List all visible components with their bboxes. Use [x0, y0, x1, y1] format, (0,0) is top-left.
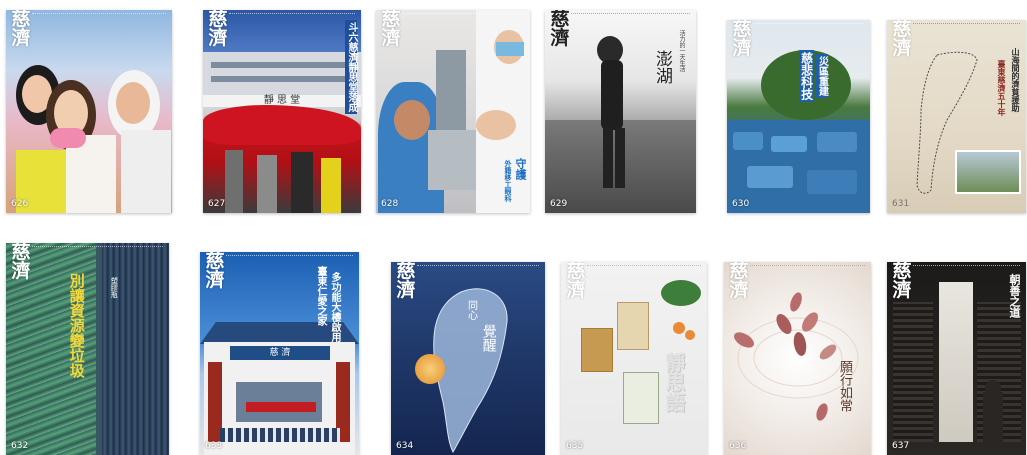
masthead-rule — [913, 265, 1020, 268]
issue-number: 630 — [732, 199, 750, 209]
issue-number: 628 — [381, 199, 399, 209]
magazine-cover-632[interactable]: 別讓資源變垃圾 塑膠瓶 慈濟 632 — [6, 243, 169, 455]
issue-number: 631 — [892, 199, 910, 209]
cover-headline: 願行如常 — [837, 360, 852, 412]
issue-number: 627 — [208, 199, 226, 209]
cover-headline: 臺東仁愛之家 — [315, 266, 326, 326]
cover-headline: 別讓資源變垃圾 — [67, 273, 86, 378]
tzu-chi-logo: 慈濟 — [732, 20, 752, 59]
masthead-rule — [226, 255, 353, 258]
tzu-chi-logo: 慈濟 — [892, 262, 912, 301]
issue-number: 626 — [11, 199, 29, 209]
tzu-chi-logo: 慈濟 — [11, 243, 31, 282]
cover-subline: 臺東慈濟五十年 — [997, 60, 1007, 116]
magazine-cover-637[interactable]: 朝善之道 慈濟 637 — [887, 262, 1026, 455]
tzu-chi-logo: 慈濟 — [11, 10, 31, 49]
masthead-rule — [913, 23, 1020, 26]
magazine-cover-628[interactable]: 守護 外籍移工眼科 慈濟 628 — [376, 10, 530, 213]
cover-headline: 守護 — [514, 158, 527, 180]
cover-headline: 慈悲科技 — [799, 50, 814, 102]
magazine-cover-636[interactable]: 願行如常 慈濟 636 — [724, 262, 871, 455]
issue-number: 633 — [205, 441, 223, 451]
magazine-cover-629[interactable]: 澎湖 活力的一天生活 慈濟 629 — [545, 10, 696, 213]
masthead-rule — [402, 13, 524, 16]
cover-subline: 同心 — [465, 300, 477, 320]
cover-subline: 活力的一天生活 — [678, 30, 685, 72]
masthead-rule — [229, 13, 355, 16]
masthead-rule — [417, 265, 539, 268]
tzu-chi-logo: 慈濟 — [396, 262, 416, 301]
tzu-chi-logo: 慈濟 — [729, 262, 749, 301]
masthead-rule — [32, 13, 166, 16]
tzu-chi-logo: 慈濟 — [208, 10, 228, 49]
cover-subline: 災區重建 — [815, 54, 828, 98]
cover-subline: 塑膠瓶 — [110, 277, 119, 298]
issue-number: 636 — [729, 441, 747, 451]
tzu-chi-logo: 慈濟 — [381, 10, 401, 49]
magazine-cover-633[interactable]: 慈 濟 臺東仁愛之家 多功能大樓啟用 慈濟 633 — [200, 252, 359, 455]
issue-number: 629 — [550, 199, 568, 209]
cover-headline: 覺醒 — [480, 324, 497, 352]
issue-number: 632 — [11, 441, 29, 451]
cover-headline: 斗六慈濟靜思堂落成 — [344, 20, 357, 114]
magazine-cover-627[interactable]: 靜 思 堂 斗六慈濟靜思堂落成 慈濟 627 — [203, 10, 361, 213]
magazine-cover-631[interactable]: 山海間的濟貧援助 臺東慈濟五十年 慈濟 631 — [887, 20, 1026, 213]
magazine-cover-626[interactable]: 慈濟 626 — [6, 10, 172, 213]
issue-number: 635 — [566, 441, 584, 451]
issue-number: 637 — [892, 441, 910, 451]
cover-headline: 澎湖 — [652, 50, 672, 84]
magazine-cover-635[interactable]: 靜思語 慈濟 635 — [561, 262, 707, 455]
cover-subline: 外籍移工眼科 — [504, 160, 513, 202]
cover-headline: 朝善之道 — [1008, 274, 1021, 318]
issue-number: 634 — [396, 441, 414, 451]
cover-headline: 靜思語 — [662, 352, 686, 412]
masthead-rule — [571, 13, 690, 16]
cover-subline: 多功能大樓啟用 — [329, 272, 340, 342]
tzu-chi-logo: 慈濟 — [566, 262, 586, 301]
tzu-chi-logo: 慈濟 — [892, 20, 912, 59]
cover-headline: 山海間的濟貧援助 — [1011, 48, 1021, 112]
magazine-cover-634[interactable]: 覺醒 同心 慈濟 634 — [391, 262, 545, 455]
magazine-cover-630[interactable]: 慈悲科技 災區重建 慈濟 630 — [727, 20, 870, 213]
masthead-rule — [587, 265, 701, 268]
masthead-rule — [32, 246, 163, 249]
tzu-chi-logo: 慈濟 — [550, 10, 570, 49]
masthead-rule — [750, 265, 865, 268]
tzu-chi-logo: 慈濟 — [205, 252, 225, 291]
masthead-rule — [753, 23, 864, 26]
